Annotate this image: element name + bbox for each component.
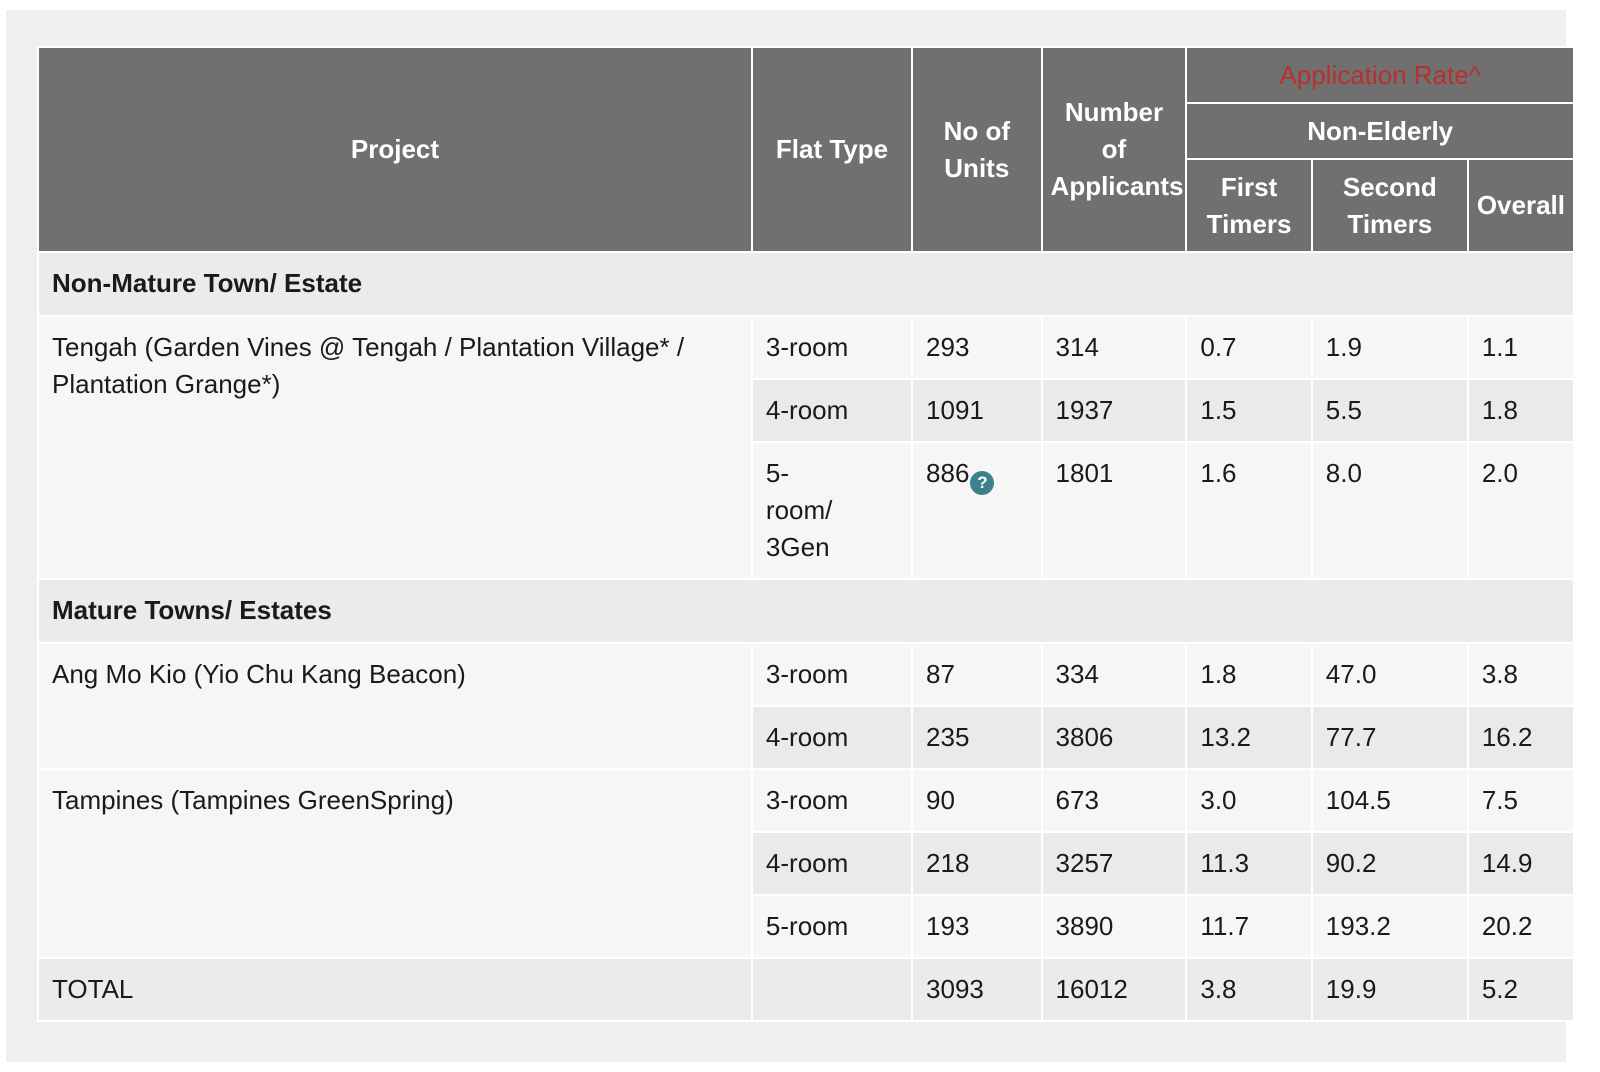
section-title: Non-Mature Town/ Estate [37,251,1575,317]
first-timers-cell: 0.7 [1185,315,1313,380]
total-overall: 5.2 [1466,957,1576,1022]
first-timers-cell: 3.0 [1185,768,1313,833]
project-name: Tengah (Garden Vines @ Tengah / Plantati… [37,315,753,580]
overall-cell: 1.1 [1466,315,1576,380]
table-header: Project Flat Type No of Units Number of … [37,46,1576,253]
overall-cell: 3.8 [1466,642,1576,707]
second-timers-cell: 1.9 [1310,315,1469,380]
overall-cell: 2.0 [1466,441,1576,580]
overall-cell: 20.2 [1466,894,1576,959]
total-applicants: 16012 [1040,957,1188,1022]
total-label: TOTAL [37,957,753,1022]
content-panel: Project Flat Type No of Units Number of … [6,10,1576,1062]
applicants-cell: 334 [1040,642,1188,707]
section-row: Mature Towns/ Estates [37,578,1575,644]
col-header-non-elderly: Non-Elderly [1185,102,1575,160]
second-timers-cell: 47.0 [1310,642,1469,707]
second-timers-cell: 5.5 [1310,378,1469,443]
overall-cell: 14.9 [1466,831,1576,896]
first-timers-cell: 1.6 [1185,441,1313,580]
units-cell: 193 [911,894,1043,959]
first-timers-cell: 11.7 [1185,894,1313,959]
table-body: Non-Mature Town/ Estate Tengah (Garden V… [37,251,1576,1022]
units-value: 886 [926,458,970,488]
first-timers-cell: 1.5 [1185,378,1313,443]
units-cell: 235 [911,705,1043,770]
col-header-no-of-units: No of Units [911,46,1043,253]
applicants-cell: 3257 [1040,831,1188,896]
total-second-timers: 19.9 [1310,957,1469,1022]
col-header-number-of-applicants: Number of Applicants [1040,46,1188,253]
applicants-cell: 673 [1040,768,1188,833]
total-row: TOTAL 3093 16012 3.8 19.9 5.2 [37,957,1576,1022]
overall-cell: 16.2 [1466,705,1576,770]
first-timers-cell: 1.8 [1185,642,1313,707]
units-cell: 218 [911,831,1043,896]
flat-type-cell: 3-room [750,315,914,380]
units-cell: 293 [911,315,1043,380]
units-cell: 87 [911,642,1043,707]
overall-cell: 7.5 [1466,768,1576,833]
col-header-overall: Overall [1466,158,1576,253]
applicants-cell: 314 [1040,315,1188,380]
col-header-flat-type: Flat Type [750,46,914,253]
table-row: Tengah (Garden Vines @ Tengah / Plantati… [37,315,1576,580]
section-title: Mature Towns/ Estates [37,578,1575,644]
flat-type-cell: 4-room [750,705,914,770]
applicants-cell: 3806 [1040,705,1188,770]
flat-type-cell: 3-room [750,768,914,833]
applicants-cell: 1801 [1040,441,1188,580]
overall-cell: 1.8 [1466,378,1576,443]
table-row: Tampines (Tampines GreenSpring) 3-room 9… [37,768,1576,959]
col-header-first-timers: First Timers [1185,158,1313,253]
second-timers-cell: 77.7 [1310,705,1469,770]
col-header-project: Project [37,46,753,253]
second-timers-cell: 104.5 [1310,768,1469,833]
first-timers-cell: 11.3 [1185,831,1313,896]
second-timers-cell: 8.0 [1310,441,1469,580]
project-name: Tampines (Tampines GreenSpring) [37,768,753,959]
units-cell: 1091 [911,378,1043,443]
flat-type-cell: 4-room [750,831,914,896]
second-timers-cell: 90.2 [1310,831,1469,896]
col-header-application-rate: Application Rate^ [1185,46,1575,104]
total-units: 3093 [911,957,1043,1022]
total-flat-type-empty [750,957,914,1022]
project-name: Ang Mo Kio (Yio Chu Kang Beacon) [37,642,753,770]
table-row: Ang Mo Kio (Yio Chu Kang Beacon) 3-room … [37,642,1576,770]
application-rate-table: Project Flat Type No of Units Number of … [37,46,1576,1022]
flat-type-cell: 3-room [750,642,914,707]
flat-type-cell: 4-room [750,378,914,443]
section-row: Non-Mature Town/ Estate [37,251,1575,317]
units-cell: 886? [911,441,1043,580]
flat-type-cell: 5-room [750,894,914,959]
total-first-timers: 3.8 [1185,957,1313,1022]
second-timers-cell: 193.2 [1310,894,1469,959]
question-circle-icon[interactable]: ? [970,471,995,495]
flat-type-cell: 5-room/ 3Gen [750,441,914,580]
applicants-cell: 1937 [1040,378,1188,443]
first-timers-cell: 13.2 [1185,705,1313,770]
applicants-cell: 3890 [1040,894,1188,959]
units-cell: 90 [911,768,1043,833]
col-header-second-timers: Second Timers [1310,158,1469,253]
